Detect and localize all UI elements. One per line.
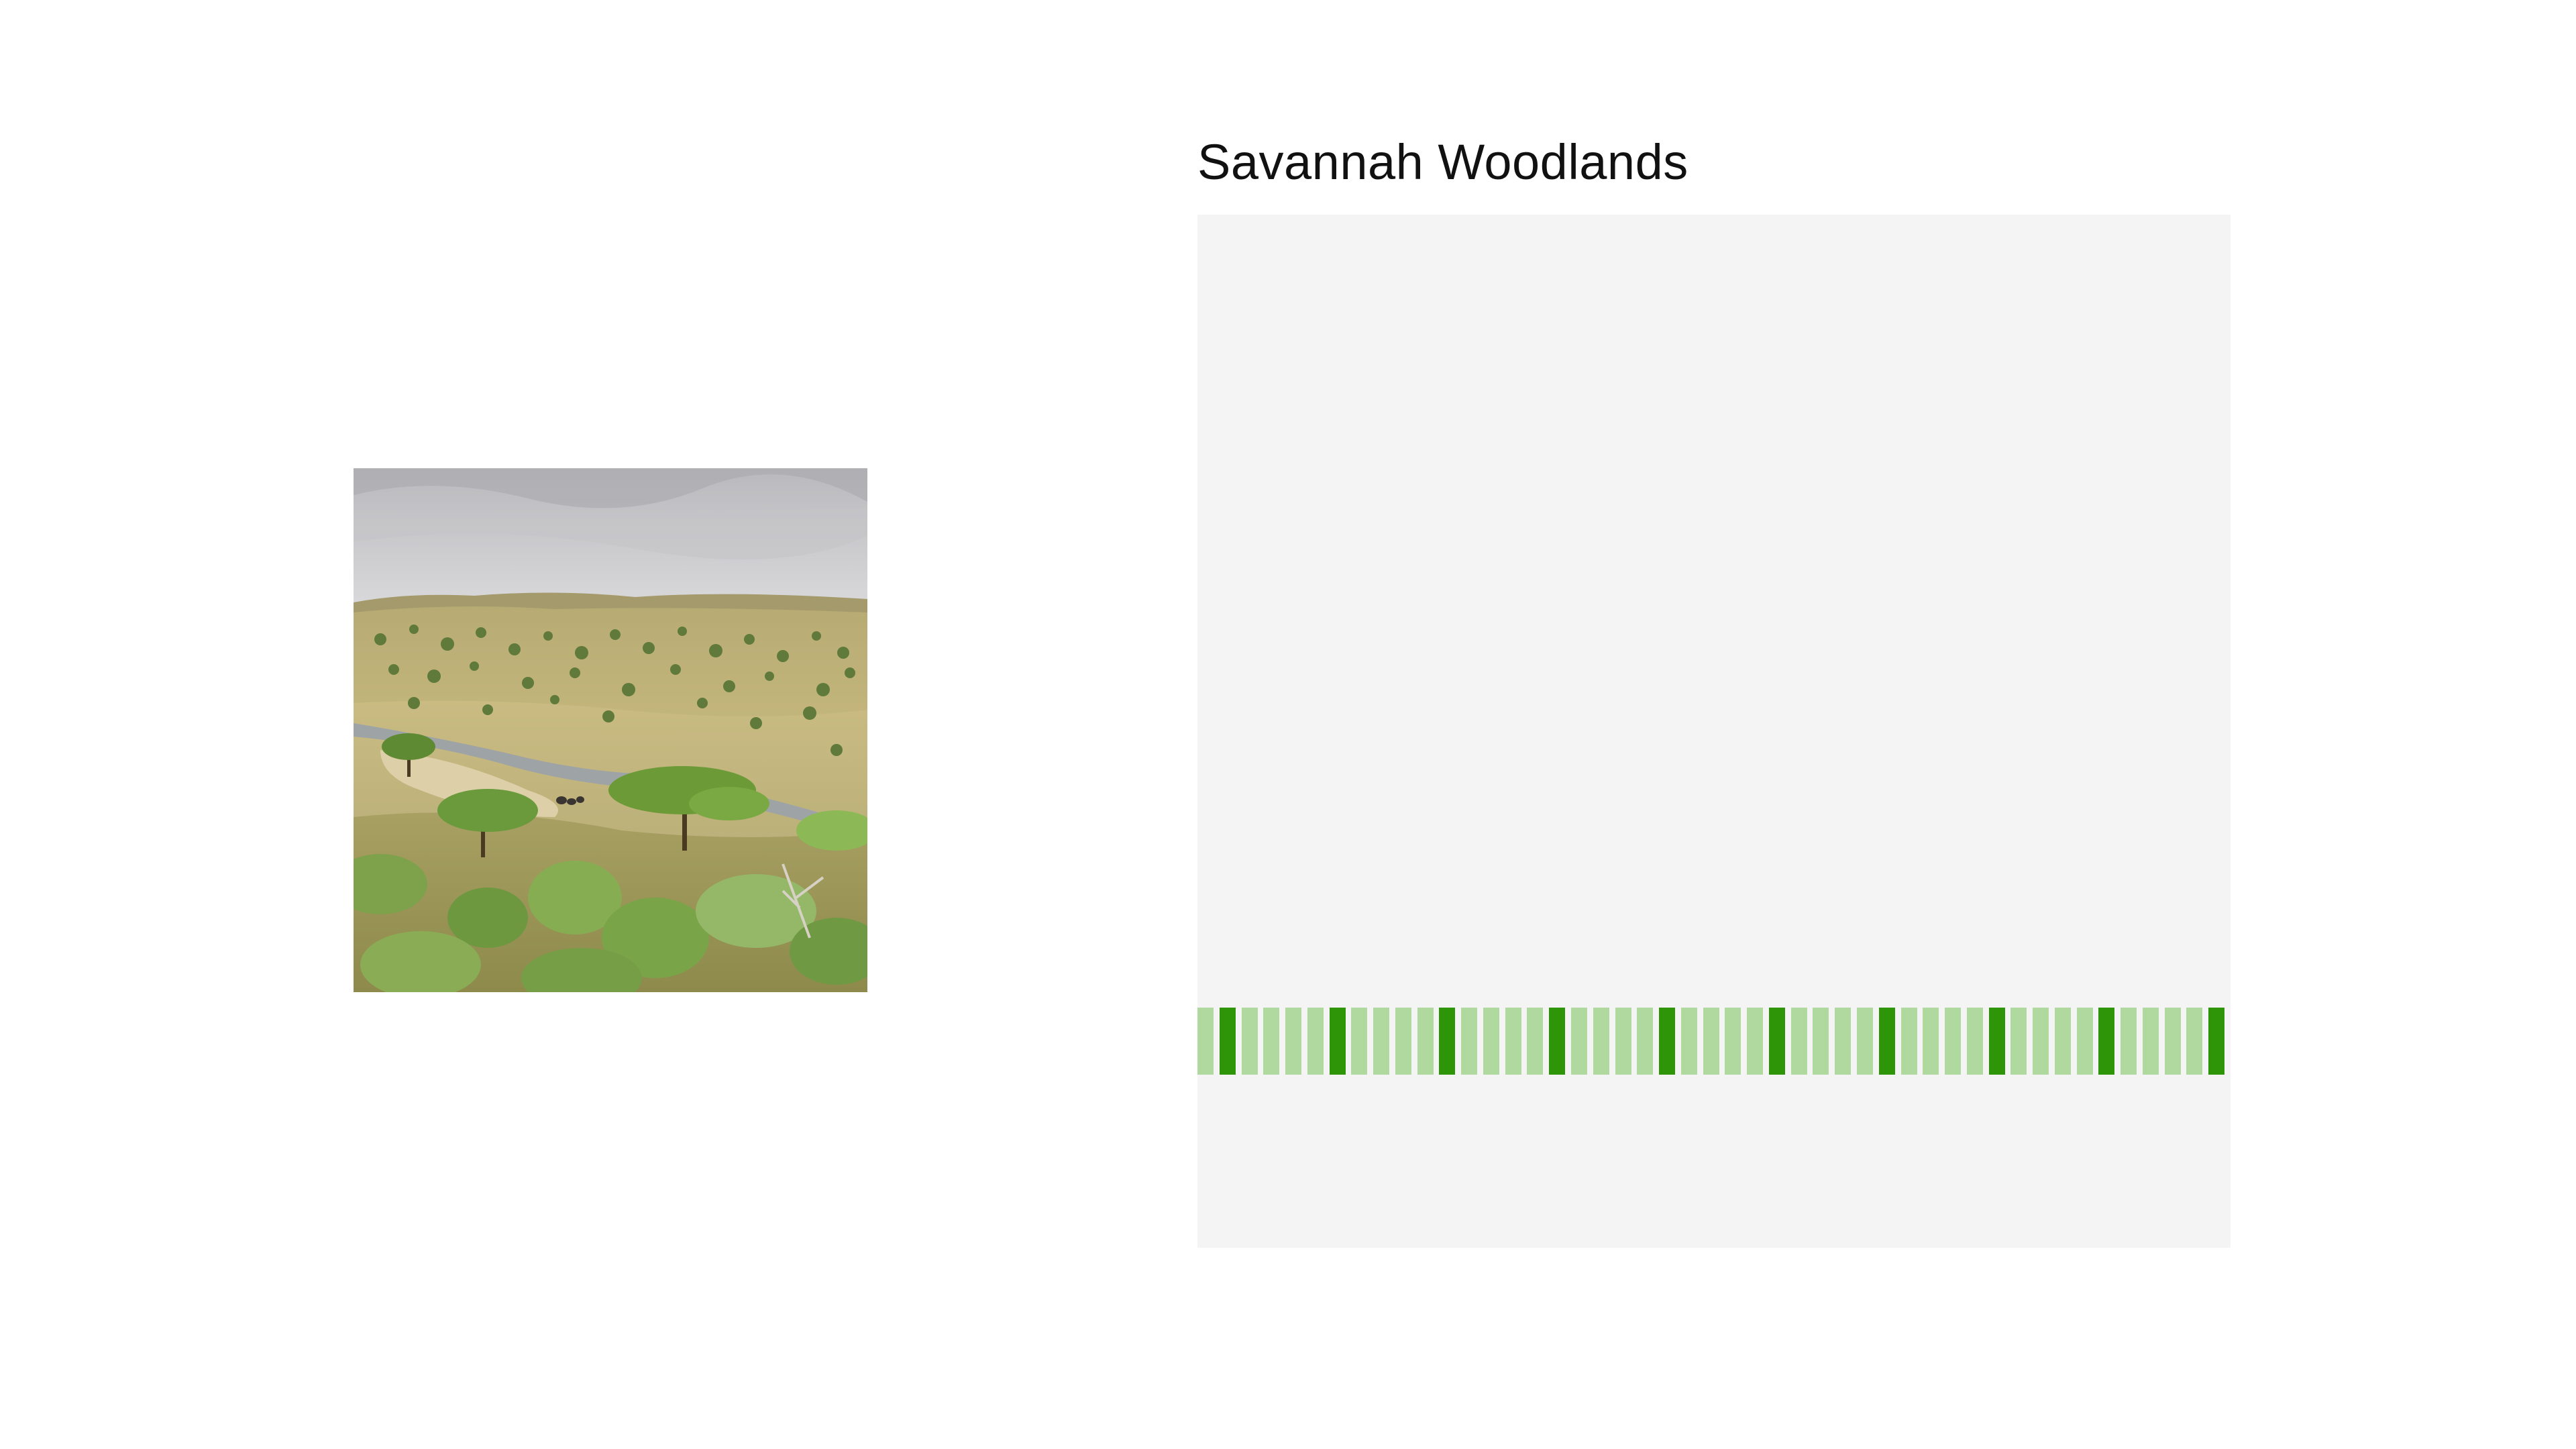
stripe-dark xyxy=(1879,1008,1895,1075)
stripe-light xyxy=(1373,1008,1389,1075)
stripe-light xyxy=(1923,1008,1939,1075)
stripe-dark xyxy=(1659,1008,1675,1075)
stripe-light xyxy=(1637,1008,1653,1075)
stripe-light xyxy=(1395,1008,1411,1075)
stripe-light xyxy=(2186,1008,2202,1075)
stripe-dark xyxy=(2208,1008,2224,1075)
stripe-light xyxy=(1593,1008,1609,1075)
stripe-light xyxy=(1307,1008,1324,1075)
stripe-light xyxy=(2010,1008,2027,1075)
stripe-dark xyxy=(1439,1008,1455,1075)
stripe-light xyxy=(1835,1008,1851,1075)
stripe-light xyxy=(1813,1008,1829,1075)
stripe-strip xyxy=(1197,1008,2231,1075)
canvas: Savannah Woodlands xyxy=(0,0,2576,1449)
stripe-light xyxy=(1945,1008,1961,1075)
stripe-light xyxy=(1351,1008,1367,1075)
stripe-light xyxy=(1703,1008,1719,1075)
pattern-panel xyxy=(1197,215,2231,1248)
stripe-light xyxy=(2121,1008,2137,1075)
stripe-light xyxy=(1263,1008,1279,1075)
stripe-light xyxy=(1681,1008,1697,1075)
stripe-dark xyxy=(1769,1008,1785,1075)
savannah-photo xyxy=(354,468,867,992)
stripe-light xyxy=(2143,1008,2159,1075)
page-title: Savannah Woodlands xyxy=(1197,134,1688,190)
stripe-light xyxy=(1901,1008,1917,1075)
stripe-light xyxy=(1527,1008,1543,1075)
stripe-dark xyxy=(1330,1008,1346,1075)
stripe-light xyxy=(1615,1008,1631,1075)
stripe-light xyxy=(2055,1008,2071,1075)
stripe-light xyxy=(1417,1008,1434,1075)
stripe-light xyxy=(1483,1008,1499,1075)
stripe-light xyxy=(2077,1008,2093,1075)
stripe-light xyxy=(1285,1008,1301,1075)
stripe-light xyxy=(2033,1008,2049,1075)
stripe-light xyxy=(1461,1008,1477,1075)
stripe-light xyxy=(1197,1008,1214,1075)
stripe-light xyxy=(1967,1008,1983,1075)
stripe-light xyxy=(1505,1008,1521,1075)
landscape-image xyxy=(354,468,867,992)
stripe-light xyxy=(1242,1008,1258,1075)
stripe-light xyxy=(1725,1008,1741,1075)
stripe-light xyxy=(1791,1008,1807,1075)
stripe-light xyxy=(2165,1008,2181,1075)
stripe-light xyxy=(1747,1008,1763,1075)
stripe-dark xyxy=(1220,1008,1236,1075)
stripe-dark xyxy=(2098,1008,2114,1075)
stripe-dark xyxy=(1989,1008,2005,1075)
stripe-light xyxy=(1857,1008,1873,1075)
stripe-dark xyxy=(1549,1008,1565,1075)
stripe-light xyxy=(1571,1008,1587,1075)
